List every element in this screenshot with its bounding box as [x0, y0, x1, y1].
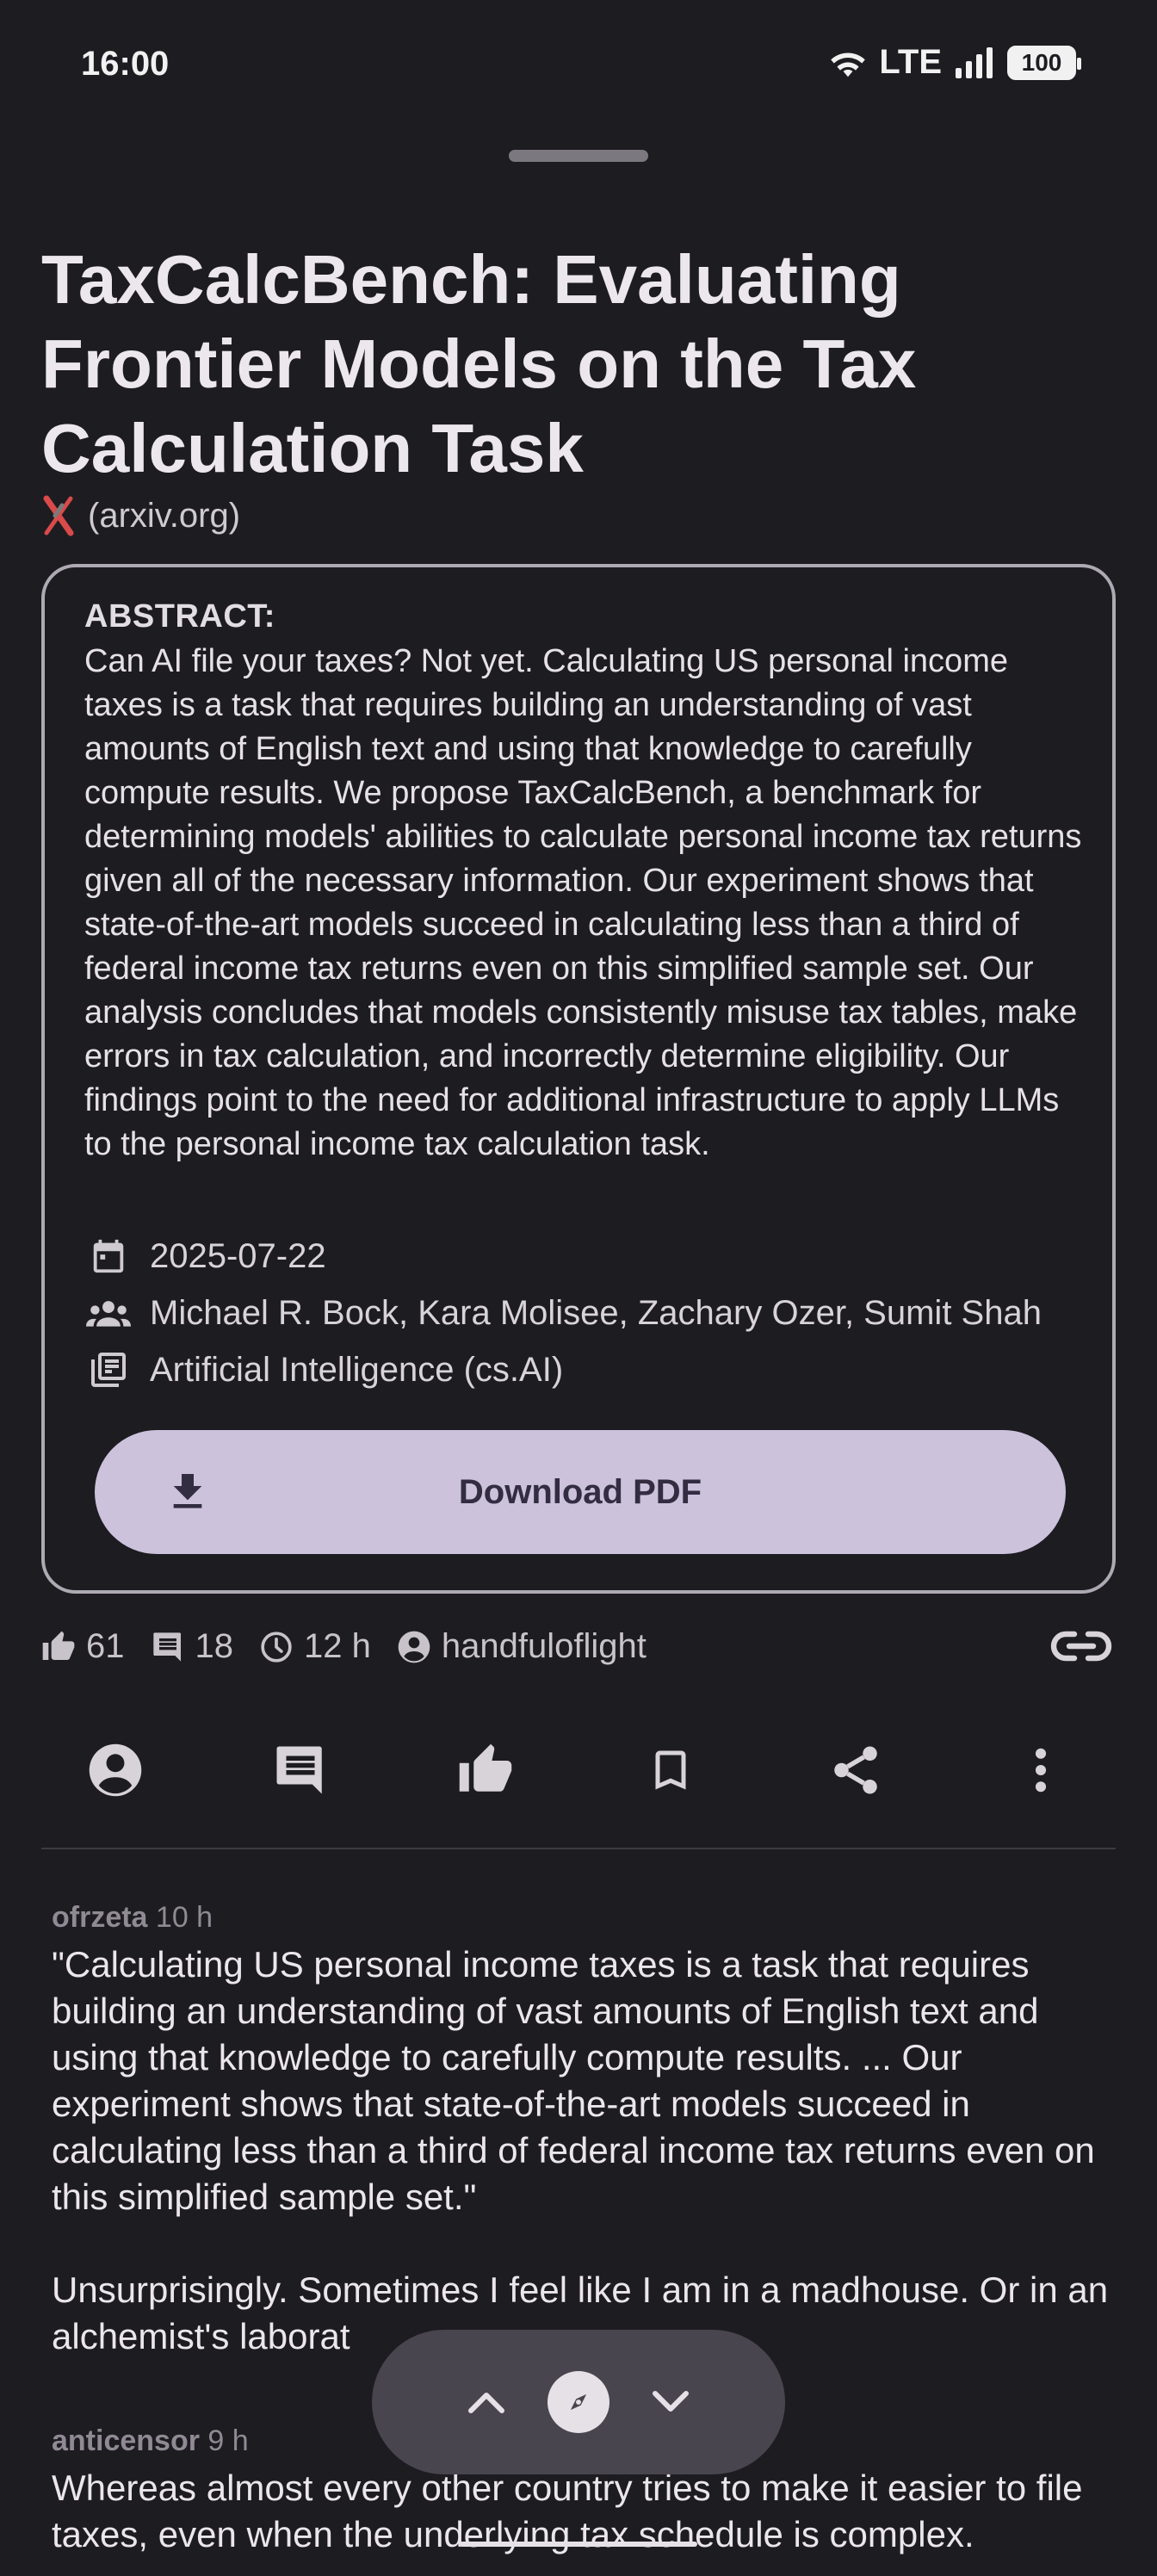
next-comment-button[interactable]: [636, 2368, 705, 2437]
post-user: handfuloflight: [441, 1627, 647, 1665]
comment-author[interactable]: anticensor: [52, 2424, 200, 2457]
paper-source[interactable]: (arxiv.org): [41, 495, 240, 536]
share-button[interactable]: [825, 1739, 887, 1801]
x-icon: [43, 495, 74, 536]
abstract-card: ABSTRACT: Can AI file your taxes? Not ye…: [41, 564, 1116, 1594]
battery-level: 100: [1021, 48, 1062, 76]
stats-row: 61 18 12 h handfuloflight: [41, 1627, 672, 1666]
profile-button[interactable]: [84, 1739, 146, 1801]
navigate-button[interactable]: [544, 2368, 613, 2437]
paper-category: Artificial Intelligence (cs.AI): [150, 1350, 564, 1389]
network-type: LTE: [879, 43, 942, 81]
comment-header: ofrzeta 10 h: [52, 1901, 1119, 1935]
upvote-button[interactable]: [455, 1739, 517, 1801]
age-stat: 12 h: [259, 1627, 371, 1666]
status-icons: LTE 100: [829, 43, 1081, 82]
chevron-down-icon: [652, 2391, 689, 2412]
post-age: 12 h: [304, 1627, 371, 1665]
paper-title: TaxCalcBench: Evaluating Frontier Models…: [41, 241, 917, 486]
comment-author[interactable]: ofrzeta: [52, 1901, 147, 1934]
likes-stat: 61: [41, 1627, 125, 1666]
people-icon: [86, 1291, 131, 1335]
bookmark-button[interactable]: [640, 1739, 702, 1801]
wifi-icon: [831, 53, 866, 77]
likes-count: 61: [86, 1627, 125, 1665]
paper-date: 2025-07-22: [150, 1236, 326, 1275]
comment-text: "Calculating US personal income taxes is…: [52, 1944, 1109, 2356]
meta-category: Artificial Intelligence (cs.AI): [86, 1347, 563, 1392]
meta-authors: Michael R. Bock, Kara Molisee, Zachary O…: [86, 1291, 1042, 1335]
signal-icon: [956, 46, 993, 78]
comments-stat: 18: [151, 1627, 234, 1666]
more-vert-icon: [1035, 1748, 1047, 1793]
source-domain: (arxiv.org): [88, 496, 241, 535]
clock-icon: [261, 1631, 292, 1663]
download-icon: [173, 1474, 202, 1508]
download-label: Download PDF: [458, 1472, 702, 1511]
user-stat[interactable]: handfuloflight: [397, 1627, 647, 1666]
bookmark-icon: [655, 1750, 686, 1790]
action-bar: [0, 1731, 1157, 1808]
status-time: 16:00: [81, 45, 170, 83]
link-icon[interactable]: [1050, 1627, 1112, 1665]
account-icon: [89, 1743, 142, 1797]
calendar-icon: [86, 1234, 131, 1279]
previous-comment-button[interactable]: [452, 2368, 521, 2437]
meta-date: 2025-07-22: [86, 1234, 326, 1279]
share-icon: [834, 1746, 877, 1794]
status-bar: 16:00 LTE 100: [0, 0, 1157, 129]
gesture-bar[interactable]: [460, 2542, 697, 2547]
abstract-text: Can AI file your taxes? Not yet. Calcula…: [84, 643, 1082, 1162]
compass-icon: [547, 2371, 609, 2433]
comments-count: 18: [195, 1627, 234, 1665]
library-icon: [86, 1347, 131, 1392]
thumb-up-icon: [459, 1743, 512, 1792]
divider: [41, 1848, 1116, 1849]
chevron-up-icon: [468, 2393, 505, 2413]
sheet-drag-handle[interactable]: [509, 150, 648, 162]
more-options-button[interactable]: [1010, 1739, 1072, 1801]
comment-item[interactable]: ofrzeta 10 h "Calculating US personal in…: [52, 1901, 1119, 2360]
comment-navigation-bar: [372, 2330, 785, 2474]
comment-icon: [152, 1632, 181, 1662]
download-pdf-button[interactable]: Download PDF: [95, 1430, 1066, 1554]
account-icon: [398, 1631, 430, 1663]
battery-icon: 100: [1007, 45, 1081, 80]
abstract-label: ABSTRACT:: [84, 598, 275, 635]
paper-authors: Michael R. Bock, Kara Molisee, Zachary O…: [150, 1293, 1042, 1332]
thumb-up-icon: [42, 1631, 75, 1660]
comments-button[interactable]: [269, 1739, 331, 1801]
comment-icon: [276, 1746, 322, 1794]
comment-age: 9 h: [207, 2424, 249, 2457]
comment-age: 10 h: [155, 1901, 213, 1934]
